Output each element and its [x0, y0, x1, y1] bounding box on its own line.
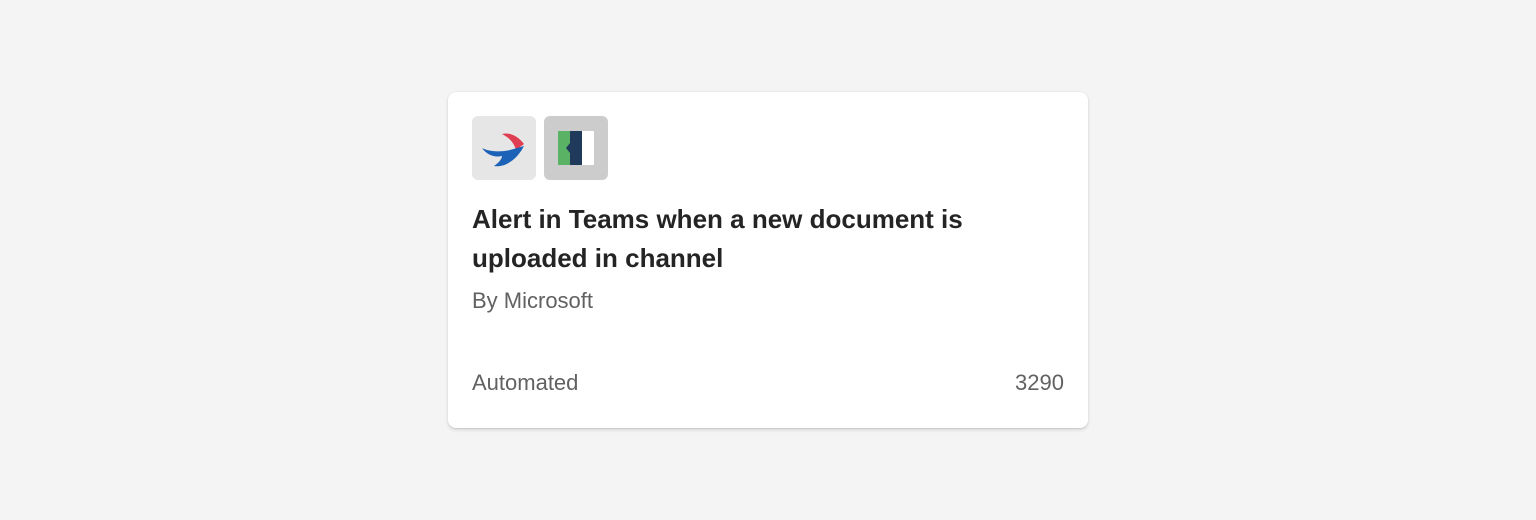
usage-count: 3290 [1015, 370, 1064, 395]
connector-tile-1 [472, 116, 536, 180]
kaizala-bird-icon [482, 133, 524, 167]
card-title: Alert in Teams when a new document is up… [472, 204, 963, 273]
flow-type-label: Automated [472, 370, 579, 395]
connector-tile-2 [544, 116, 608, 180]
card-footer: Automated 3290 [472, 368, 1064, 398]
card-author: By Microsoft [472, 288, 594, 313]
template-card[interactable]: Alert in Teams when a new document is up… [448, 92, 1088, 428]
connector-icons [472, 116, 608, 180]
document-connector-icon [558, 131, 594, 165]
